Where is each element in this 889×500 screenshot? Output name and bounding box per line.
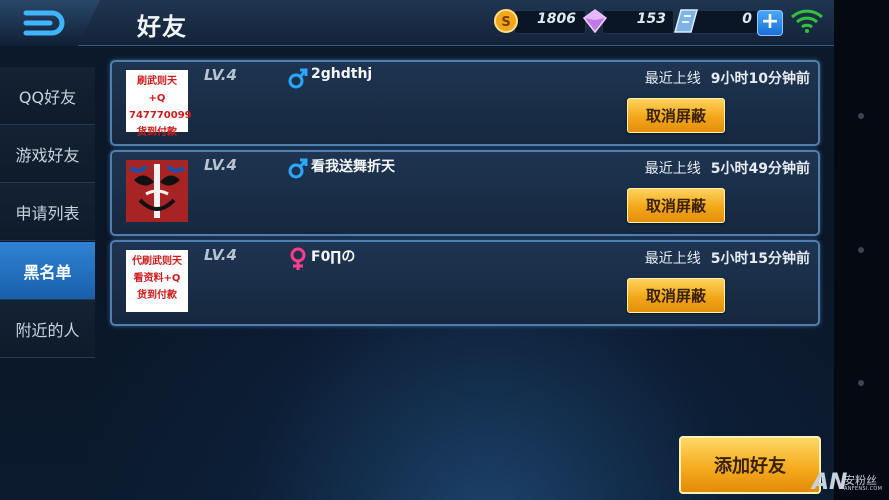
friend-name: 看我送舞折天 [311,159,395,175]
male-icon [288,158,308,179]
sidebar-item-label: QQ好友 [18,87,77,107]
sidebar-item-game-friends[interactable]: 游戏好友 [0,125,95,183]
add-friend-button[interactable]: 添加好友 [679,436,821,494]
blocked-friend-card: 代刷武则天 看资料+Q 货到付款 LV.4 F0∏の 最近上线 5小时15分钟前 … [110,240,820,326]
last-online: 最近上线 5小时49分钟前 [645,158,810,178]
sidebar-item-qq-friends[interactable]: QQ好友 [0,67,95,125]
last-online-time: 5小时49分钟前 [710,161,810,177]
level-label: LV.4 [204,156,237,174]
blocked-friend-card: 刷武则天+Q 747770099 货到付款 LV.4 2ghdthj 最近上线 9… [110,60,820,146]
last-online-time: 9小时10分钟前 [710,71,810,87]
coin-count: 1806 [537,11,576,27]
svg-text:S: S [501,15,510,30]
sidebar-item-label: 附近的人 [15,320,80,340]
opera-mask-avatar [126,160,188,222]
back-button[interactable] [0,0,100,46]
diamond-count: 153 [636,11,666,27]
avatar-text: 刷武则天+Q 747770099 货到付款 [129,73,192,138]
avatar[interactable]: 代刷武则天 看资料+Q 货到付款 [126,250,188,312]
rail-dot [858,113,864,119]
diamond-icon [582,9,608,34]
last-online-label: 最近上线 [644,251,701,267]
sidebar-item-label: 游戏好友 [15,145,80,165]
avatar-text-line: 747770099 [129,110,192,121]
avatar-text-line: 刷武则天+Q [137,76,177,104]
last-online-label: 最近上线 [644,161,701,177]
watermark: AN 安粉丝 ANFENSI.COM [812,470,889,498]
male-icon [288,68,308,89]
coin-icon: S [494,9,518,33]
avatar-text-line: 货到付款 [137,127,177,138]
last-online: 最近上线 9小时10分钟前 [645,68,810,88]
sidebar-item-requests[interactable]: 申请列表 [0,183,95,241]
avatar-text-line: 货到付款 [137,290,177,301]
friend-name: F0∏の [311,249,356,265]
last-online: 最近上线 5小时15分钟前 [645,248,810,268]
level-label: LV.4 [204,66,237,84]
last-online-label: 最近上线 [644,71,701,87]
unblock-button[interactable]: 取消屏蔽 [627,98,725,133]
top-bar: 好友 S 1806 153 0 + [0,0,834,46]
friend-name: 2ghdthj [311,66,373,82]
sidebar-item-nearby[interactable]: 附近的人 [0,300,95,358]
last-online-time: 5小时15分钟前 [710,251,810,267]
sidebar-item-label: 黑名单 [23,262,72,282]
unblock-button[interactable]: 取消屏蔽 [627,278,725,313]
sidebar-item-blacklist[interactable]: 黑名单 [0,242,95,300]
watermark-logo: AN [812,470,848,495]
add-currency-button[interactable]: + [757,10,783,36]
level-label: LV.4 [204,246,237,264]
voucher-count: 0 [742,11,752,27]
avatar-text: 代刷武则天 看资料+Q 货到付款 [129,253,185,309]
avatar[interactable] [126,160,188,222]
right-rail [834,0,889,500]
unblock-button[interactable]: 取消屏蔽 [627,188,725,223]
page-title: 好友 [137,13,187,41]
avatar[interactable]: 刷武则天+Q 747770099 货到付款 [126,70,192,138]
back-arrow-icon [23,10,65,36]
watermark-sub: ANFENSI.COM [844,486,883,492]
rail-dot [858,247,864,253]
blocked-friend-card: LV.4 看我送舞折天 最近上线 5小时49分钟前 取消屏蔽 [110,150,820,236]
wifi-icon [790,9,824,33]
rail-dot [858,380,864,386]
avatar-text-line: 看资料+Q [133,273,181,284]
female-icon [290,247,306,270]
avatar-text-line: 代刷武则天 [132,256,182,267]
sidebar-item-label: 申请列表 [15,203,80,223]
